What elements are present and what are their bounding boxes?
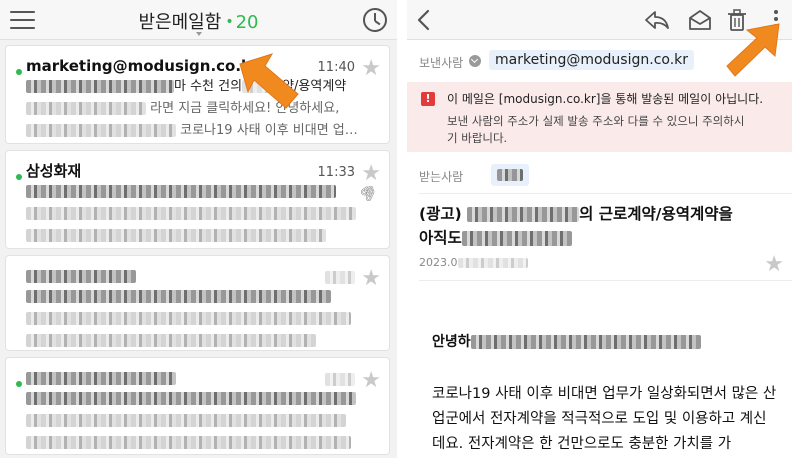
mail-preview — [26, 330, 379, 352]
redacted-text — [26, 207, 356, 220]
to-row: 받는사람 — [407, 162, 792, 188]
greeting-prefix: 안녕하 — [432, 334, 471, 350]
spoofing-warning-banner: ! 이 메일은 [modusign.co.kr]을 통해 발송된 메일이 아닙니… — [407, 82, 792, 152]
annotation-arrow-icon — [726, 23, 780, 77]
redacted-text — [26, 392, 356, 405]
from-address-chip[interactable]: marketing@modusign.co.kr — [489, 50, 695, 70]
mail-subject — [26, 286, 379, 308]
warning-title: 이 메일은 [modusign.co.kr]을 통해 발송된 메일이 아닙니다. — [447, 92, 764, 106]
from-label: 보낸사람 — [419, 56, 464, 70]
redacted-text — [26, 102, 146, 115]
mail-list-item[interactable]: 삼성화재 11:33 ★ 🖇 — [6, 151, 389, 248]
subject-prefix: (광고) — [419, 205, 462, 223]
chevron-left-icon[interactable] — [413, 8, 435, 32]
warning-description: 보낸 사람의 주소가 실제 발송 주소와 다를 수 있으니 주의하시기 바랍니다… — [447, 114, 745, 145]
mail-time — [325, 270, 355, 285]
redacted-text — [26, 229, 326, 242]
separator-dot: • — [225, 14, 234, 30]
redacted-text — [470, 335, 701, 349]
mail-list-item[interactable]: marketing@modusign.co.kr 11:40 ★ 마 수천 건의… — [6, 46, 389, 143]
warning-icon: ! — [421, 92, 435, 106]
divider-line — [419, 193, 792, 194]
mail-body-text: 코로나19 사태 이후 비대면 업무가 일상화되면서 많은 산업군에서 전자계약… — [432, 386, 777, 452]
unread-dot — [16, 69, 22, 75]
redacted-text — [26, 312, 351, 325]
mail-preview — [26, 225, 379, 247]
mail-list-item[interactable]: ★ — [6, 256, 389, 350]
unread-count: 20 — [235, 12, 259, 33]
clock-icon[interactable] — [363, 8, 387, 32]
mail-date: 2023.0 — [419, 256, 528, 269]
redacted-text — [26, 270, 136, 283]
star-icon[interactable]: ★ — [764, 252, 784, 277]
dropdown-caret-icon — [196, 32, 202, 36]
redacted-text — [461, 231, 572, 246]
subject-line2-start: 아직도 — [419, 229, 462, 247]
inbox-title[interactable]: 받은메일함 • 20 — [0, 8, 397, 34]
mail-preview: 코로나19 사태 이후 비대면 업… — [26, 120, 379, 142]
inbox-title-label: 받은메일함 — [138, 12, 222, 33]
redacted-text — [497, 169, 523, 181]
mail-detail-subject: (광고) 의 근로계약/용역계약을 아직도 — [419, 202, 779, 250]
mail-preview — [26, 410, 379, 432]
inbox-header: 받은메일함 • 20 — [0, 0, 397, 40]
redacted-text — [26, 414, 346, 427]
redacted-text — [26, 436, 351, 449]
redacted-text — [467, 207, 580, 222]
star-icon[interactable]: ★ — [361, 56, 381, 81]
mail-subject-visible: 마 수천 건의 — [174, 79, 243, 94]
star-icon[interactable]: ★ — [361, 266, 381, 291]
mail-subject — [26, 181, 379, 203]
redacted-text — [26, 185, 336, 198]
mail-time — [325, 372, 355, 387]
mail-preview — [26, 308, 379, 330]
redacted-text — [26, 334, 316, 347]
mail-subject — [26, 388, 379, 410]
redacted-text — [325, 373, 355, 386]
reply-icon[interactable] — [644, 8, 670, 32]
mail-time: 11:40 — [317, 60, 355, 75]
mail-preview — [26, 203, 379, 225]
divider-line — [419, 280, 792, 281]
mail-detail-panel: 보낸사람 marketing@modusign.co.kr ! 이 메일은 [m… — [407, 0, 792, 458]
expand-chevron-icon[interactable] — [469, 55, 481, 67]
mail-subject: 마 수천 건의 약/용역계약 — [26, 76, 379, 98]
panel-divider — [397, 0, 407, 458]
mail-preview-visible: 코로나19 사태 이후 비대면 업… — [180, 123, 358, 138]
star-icon[interactable]: ★ — [361, 368, 381, 393]
inbox-panel: 받은메일함 • 20 marketing@modusign.co.kr 11:40 … — [0, 0, 397, 458]
redacted-text — [325, 271, 355, 284]
subject-mid: 의 근로계약/용역계약을 — [579, 205, 733, 223]
mail-preview — [26, 432, 379, 454]
mail-list-item[interactable]: ★ — [6, 358, 389, 454]
redacted-text — [26, 290, 331, 303]
mail-preview: 라면 지금 클릭하세요! 안녕하세요, — [26, 98, 379, 120]
mail-time: 11:33 — [317, 165, 355, 180]
annotation-arrow-icon — [239, 53, 299, 109]
unread-dot — [16, 381, 22, 387]
recipient-chip[interactable] — [491, 164, 529, 186]
redacted-text — [457, 258, 528, 268]
envelope-open-icon[interactable] — [687, 8, 713, 32]
mail-date-prefix: 2023.0 — [419, 256, 458, 269]
redacted-text — [26, 124, 176, 137]
redacted-text — [26, 80, 174, 93]
redacted-text — [26, 372, 176, 385]
to-label: 받는사람 — [419, 170, 464, 184]
mail-body-greeting: 안녕하 — [432, 331, 701, 351]
unread-dot — [16, 174, 22, 180]
